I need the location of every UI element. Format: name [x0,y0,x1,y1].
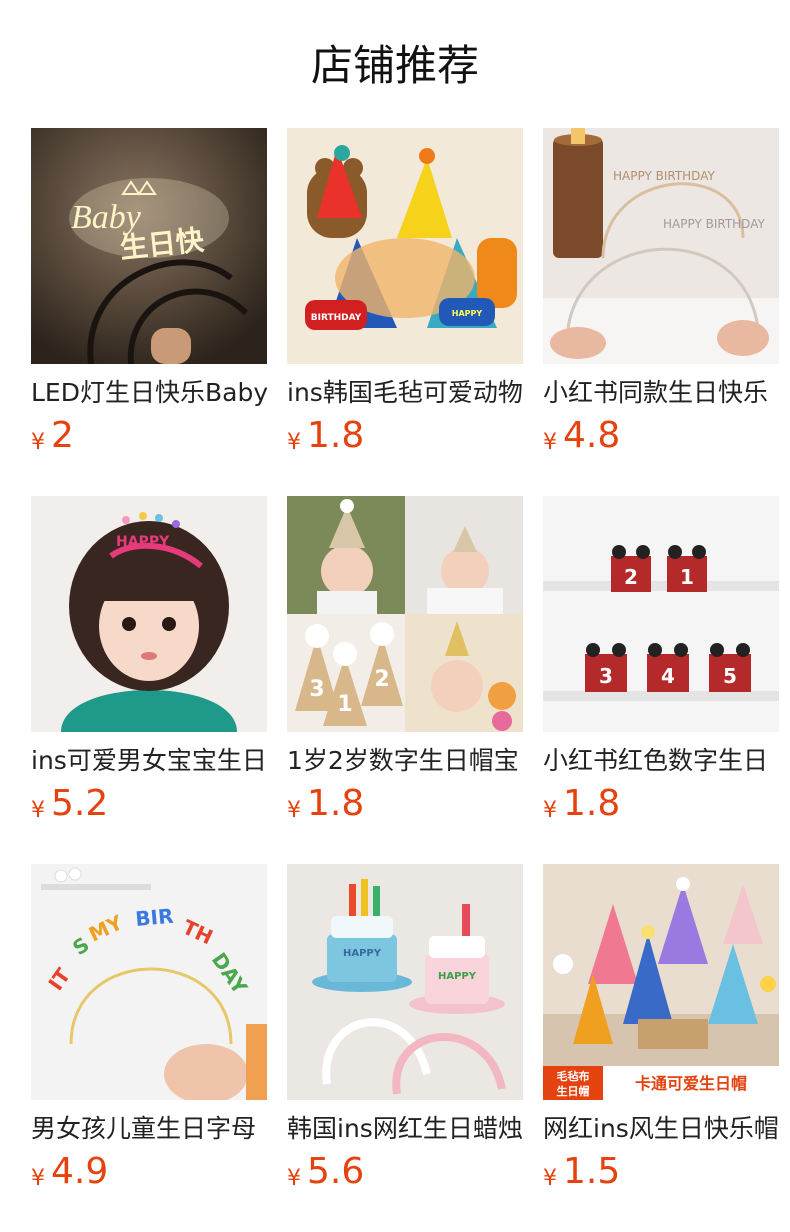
product-name[interactable]: LED灯生日快乐Baby [31,376,267,410]
currency-symbol: ¥ [31,430,45,455]
product-name[interactable]: 网红ins风生日快乐帽 [543,1112,779,1146]
cartoon-party-hat-image[interactable]: 毛毡布 生日帽 卡通可爱生日帽 [543,864,779,1100]
product-name[interactable]: 小红书同款生日快乐 [543,376,779,410]
letter-headband-image[interactable]: IT S MY BIR TH DAY [31,864,267,1100]
led-headband-image[interactable]: Baby 生日快 [31,128,267,364]
svg-text:卡通可爱生日帽: 卡通可爱生日帽 [635,1074,747,1093]
price-value: 4.8 [563,415,621,456]
currency-symbol: ¥ [287,430,301,455]
product-card[interactable]: HAPPY ins可爱男女宝宝生日 ¥5.2 [31,496,267,836]
product-price: ¥4.8 [543,416,620,456]
product-price: ¥1.8 [287,784,364,824]
svg-text:4: 4 [661,664,675,688]
svg-text:毛毡布: 毛毡布 [557,1069,590,1083]
svg-text:3: 3 [309,677,324,702]
price-value: 5.2 [51,783,109,824]
svg-text:BIRTHDAY: BIRTHDAY [311,313,362,323]
product-price: ¥2 [31,416,74,456]
product-price: ¥5.6 [287,1152,364,1192]
price-value: 5.6 [307,1151,365,1192]
currency-symbol: ¥ [543,798,557,823]
product-name[interactable]: 男女孩儿童生日字母 [31,1112,267,1146]
currency-symbol: ¥ [543,1166,557,1191]
price-value: 1.8 [563,783,621,824]
price-value: 2 [51,415,74,456]
product-price: ¥1.8 [287,416,364,456]
currency-symbol: ¥ [287,1166,301,1191]
product-card[interactable]: 毛毡布 生日帽 卡通可爱生日帽 网红ins风生日快乐帽 ¥1.5 [543,864,779,1204]
svg-text:3: 3 [599,664,613,688]
price-value: 4.9 [51,1151,109,1192]
svg-text:BIR: BIR [134,904,174,931]
svg-text:生日帽: 生日帽 [557,1084,590,1098]
svg-text:1: 1 [680,565,694,589]
product-price: ¥4.9 [31,1152,108,1192]
product-name[interactable]: 1岁2岁数字生日帽宝 [287,744,523,778]
product-card[interactable]: HAPPY BIRTHDAY HAPPY BIRTHDAY 小红书同款生日快乐 … [543,128,779,468]
red-number-crown-image[interactable]: 2 1 3 4 5 [543,496,779,732]
product-price: ¥1.8 [543,784,620,824]
product-name[interactable]: ins韩国毛毡可爱动物 [287,376,523,410]
svg-text:5: 5 [723,664,737,688]
svg-text:HAPPY BIRTHDAY: HAPPY BIRTHDAY [613,169,715,183]
product-name[interactable]: ins可爱男女宝宝生日 [31,744,267,778]
product-card[interactable]: 3 1 2 1岁2岁数字生日帽宝 ¥1.8 [287,496,523,836]
price-value: 1.5 [563,1151,621,1192]
product-card[interactable]: Baby 生日快 LED灯生日快乐Baby ¥2 [31,128,267,468]
price-value: 1.8 [307,783,365,824]
svg-text:HAPPY: HAPPY [452,309,483,318]
product-card[interactable]: IT S MY BIR TH DAY 男女孩儿童生日字母 ¥4.9 [31,864,267,1204]
currency-symbol: ¥ [543,430,557,455]
svg-text:HAPPY: HAPPY [438,971,477,982]
svg-text:2: 2 [374,667,389,692]
price-value: 1.8 [307,415,365,456]
girl-crown-headband-image[interactable]: HAPPY [31,496,267,732]
product-card[interactable]: BIRTHDAY HAPPY ins韩国毛毡可爱动物 ¥1.8 [287,128,523,468]
svg-text:2: 2 [624,565,638,589]
product-name[interactable]: 小红书红色数字生日 [543,744,779,778]
svg-text:HAPPY BIRTHDAY: HAPPY BIRTHDAY [663,217,765,231]
svg-text:HAPPY: HAPPY [343,948,382,959]
rhinestone-headband-image[interactable]: HAPPY BIRTHDAY HAPPY BIRTHDAY [543,128,779,364]
product-price: ¥5.2 [31,784,108,824]
felt-animal-hat-image[interactable]: BIRTHDAY HAPPY [287,128,523,364]
currency-symbol: ¥ [31,1166,45,1191]
svg-text:HAPPY: HAPPY [116,534,170,550]
baby-number-hat-image[interactable]: 3 1 2 [287,496,523,732]
page-title: 店铺推荐 [310,41,479,90]
currency-symbol: ¥ [287,798,301,823]
product-card[interactable]: HAPPY HAPPY 韩国ins网红生日蜡烛 ¥5.6 [287,864,523,1204]
currency-symbol: ¥ [31,798,45,823]
product-name[interactable]: 韩国ins网红生日蜡烛 [287,1112,523,1146]
svg-text:1: 1 [337,692,352,717]
product-card[interactable]: 2 1 3 4 5 小红书红色数字生日 ¥ 1.8 [543,496,779,836]
cake-hat-headband-image[interactable]: HAPPY HAPPY [287,864,523,1100]
product-price: ¥1.5 [543,1152,620,1192]
